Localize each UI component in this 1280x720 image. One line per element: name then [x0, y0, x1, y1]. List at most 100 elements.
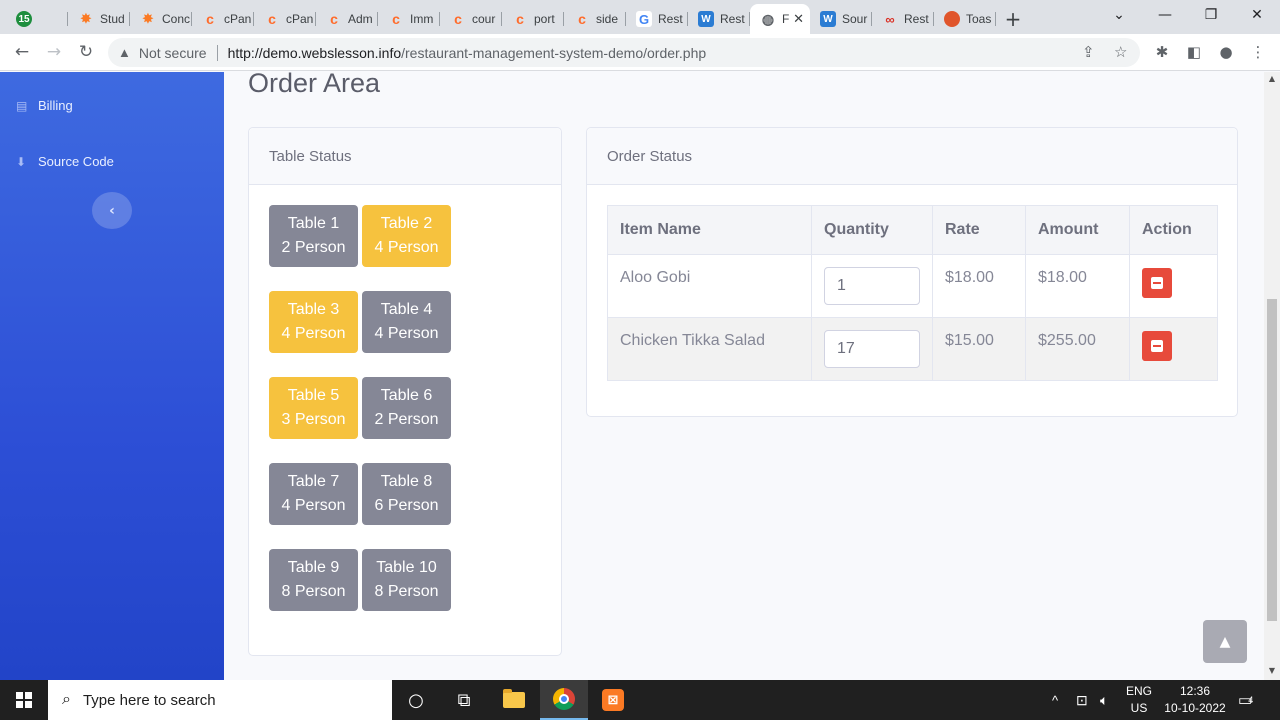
cortana-icon[interactable]: ○	[392, 680, 440, 720]
table-header-row: Item Name Quantity Rate Amount Action	[607, 205, 1218, 255]
security-label[interactable]: Not secure	[139, 45, 207, 61]
xampp-taskbar-icon[interactable]: ⊠	[589, 680, 637, 720]
share-icon[interactable]: ⇪	[1082, 43, 1095, 61]
table-button[interactable]: Table 1 2 Person	[269, 205, 358, 267]
quantity-input[interactable]	[824, 267, 920, 305]
browser-tab[interactable]: c Adm	[316, 4, 378, 34]
quantity-input[interactable]	[824, 330, 920, 368]
browser-tab[interactable]: W Rest	[688, 4, 750, 34]
browser-tab[interactable]: ∞ Rest	[872, 4, 934, 34]
new-tab-button[interactable]: +	[996, 4, 1030, 34]
column-header-item-name: Item Name	[607, 205, 812, 255]
table-button[interactable]: Table 6 2 Person	[362, 377, 451, 439]
file-icon: ▤	[16, 98, 28, 113]
browser-tab-label: F	[782, 12, 790, 26]
browser-tab[interactable]: G Rest	[626, 4, 688, 34]
start-button[interactable]	[0, 680, 48, 720]
notifications-icon[interactable]: ▭ 4	[1238, 680, 1253, 720]
browser-tab-label: port	[534, 12, 555, 26]
browser-tab[interactable]: c port	[502, 4, 564, 34]
globe-icon: ◍	[761, 10, 775, 27]
browser-tab[interactable]: c cPan	[192, 4, 254, 34]
remove-item-button[interactable]	[1142, 331, 1172, 361]
clock-time: 12:36	[1179, 684, 1211, 698]
cpanel-icon: c	[516, 11, 524, 27]
browser-tab-label: Rest	[720, 12, 745, 26]
scroll-up-arrow-icon[interactable]: ▲	[1267, 74, 1277, 83]
url-input[interactable]: ▲ Not secure http://demo.webslesson.info…	[108, 38, 1140, 67]
scroll-to-top-button[interactable]: ▲	[1203, 620, 1247, 663]
browser-tab[interactable]: W Sour	[810, 4, 872, 34]
browser-tab[interactable]: ✸ Conc	[130, 4, 192, 34]
show-hidden-icons-icon[interactable]: ^	[1052, 680, 1058, 720]
reload-icon[interactable]: ↻	[70, 36, 102, 68]
table-name: Table 5	[287, 387, 340, 404]
table-button[interactable]: Table 9 8 Person	[269, 549, 358, 611]
browser-tab[interactable]: 15	[6, 4, 68, 34]
language-indicator[interactable]: ENG US	[1124, 680, 1154, 720]
column-header-rate: Rate	[932, 205, 1026, 255]
quantity-cell	[811, 254, 933, 318]
address-bar: ← → ↻ ▲ Not secure http://demo.webslesso…	[0, 34, 1280, 71]
browser-tab[interactable]: c Imm	[378, 4, 440, 34]
table-name: Table 3	[287, 301, 340, 318]
browser-tab[interactable]: c cPan	[254, 4, 316, 34]
browser-tab-label: Adm	[348, 12, 373, 26]
browser-tab[interactable]: ✸ Stud	[68, 4, 130, 34]
table-button[interactable]: Table 5 3 Person	[269, 377, 358, 439]
browser-tab[interactable]: c cour	[440, 4, 502, 34]
side-panel-icon[interactable]: ◧	[1178, 36, 1210, 68]
table-button[interactable]: Table 8 6 Person	[362, 463, 451, 525]
chrome-taskbar-icon[interactable]	[540, 680, 588, 720]
sidebar-item-billing[interactable]: ▤ Billing	[16, 98, 73, 113]
browser-tab-label: Sour	[842, 12, 868, 26]
table-name: Table 8	[380, 473, 433, 490]
sidebar-item-source-code[interactable]: ⬇ Source Code	[16, 154, 114, 169]
word-icon: W	[820, 11, 836, 27]
minus-square-icon	[1151, 277, 1163, 289]
warning-icon[interactable]: ▲	[118, 45, 131, 60]
profile-avatar-icon[interactable]: ●	[1210, 36, 1242, 68]
table-button[interactable]: Table 7 4 Person	[269, 463, 358, 525]
sidebar-toggle-button[interactable]: ‹	[92, 192, 132, 229]
search-icon: ⌕	[62, 691, 71, 708]
region-label: US	[1130, 701, 1148, 715]
forward-icon[interactable]: →	[38, 36, 70, 68]
scroll-down-arrow-icon[interactable]: ▼	[1267, 666, 1277, 675]
table-button[interactable]: Table 2 4 Person	[362, 205, 451, 267]
clock[interactable]: 12:36 10-10-2022	[1160, 680, 1230, 720]
extensions-icon[interactable]: ✱	[1146, 36, 1178, 68]
order-status-header: Order Status	[587, 128, 1237, 185]
page-scrollbar[interactable]: ▲ ▼	[1264, 72, 1280, 680]
taskbar-search-box[interactable]: ⌕ Type here to search	[48, 680, 392, 720]
cpanel-icon: c	[268, 11, 276, 27]
browser-tab[interactable]: Toas	[934, 4, 996, 34]
scrollbar-thumb[interactable]	[1267, 299, 1277, 621]
restore-button[interactable]: ❐	[1188, 0, 1234, 30]
close-window-button[interactable]: ✕	[1234, 0, 1280, 30]
remove-item-button[interactable]	[1142, 268, 1172, 298]
menu-kebab-icon[interactable]: ⋮	[1242, 36, 1274, 68]
network-icon[interactable]: ⊡	[1076, 680, 1088, 720]
table-row: Aloo Gobi $18.00 $18.00	[607, 254, 1218, 318]
table-button[interactable]: Table 4 4 Person	[362, 291, 451, 353]
task-view-icon[interactable]: ⧉	[440, 680, 488, 720]
browser-tab[interactable]: c side	[564, 4, 626, 34]
table-button[interactable]: Table 3 4 Person	[269, 291, 358, 353]
back-icon[interactable]: ←	[6, 36, 38, 68]
url-text[interactable]: http://demo.webslesson.info/restaurant-m…	[228, 45, 707, 61]
tab-search-icon[interactable]: ⌄	[1096, 0, 1142, 30]
rate-cell: $18.00	[932, 254, 1026, 318]
close-tab-icon[interactable]: ✕	[793, 11, 804, 27]
table-button[interactable]: Table 10 8 Person	[362, 549, 451, 611]
item-name-cell: Aloo Gobi	[607, 254, 812, 318]
action-cell	[1129, 317, 1218, 381]
bookmark-star-icon[interactable]: ☆	[1114, 43, 1127, 61]
browser-tab[interactable]: ◍ F ✕	[750, 4, 810, 34]
table-name: Table 4	[380, 301, 433, 318]
language-label: ENG	[1125, 684, 1152, 698]
action-cell	[1129, 254, 1218, 318]
file-explorer-icon[interactable]	[490, 680, 538, 720]
volume-icon[interactable]: 🔈︎	[1100, 680, 1108, 720]
minimize-button[interactable]: —	[1142, 0, 1188, 30]
